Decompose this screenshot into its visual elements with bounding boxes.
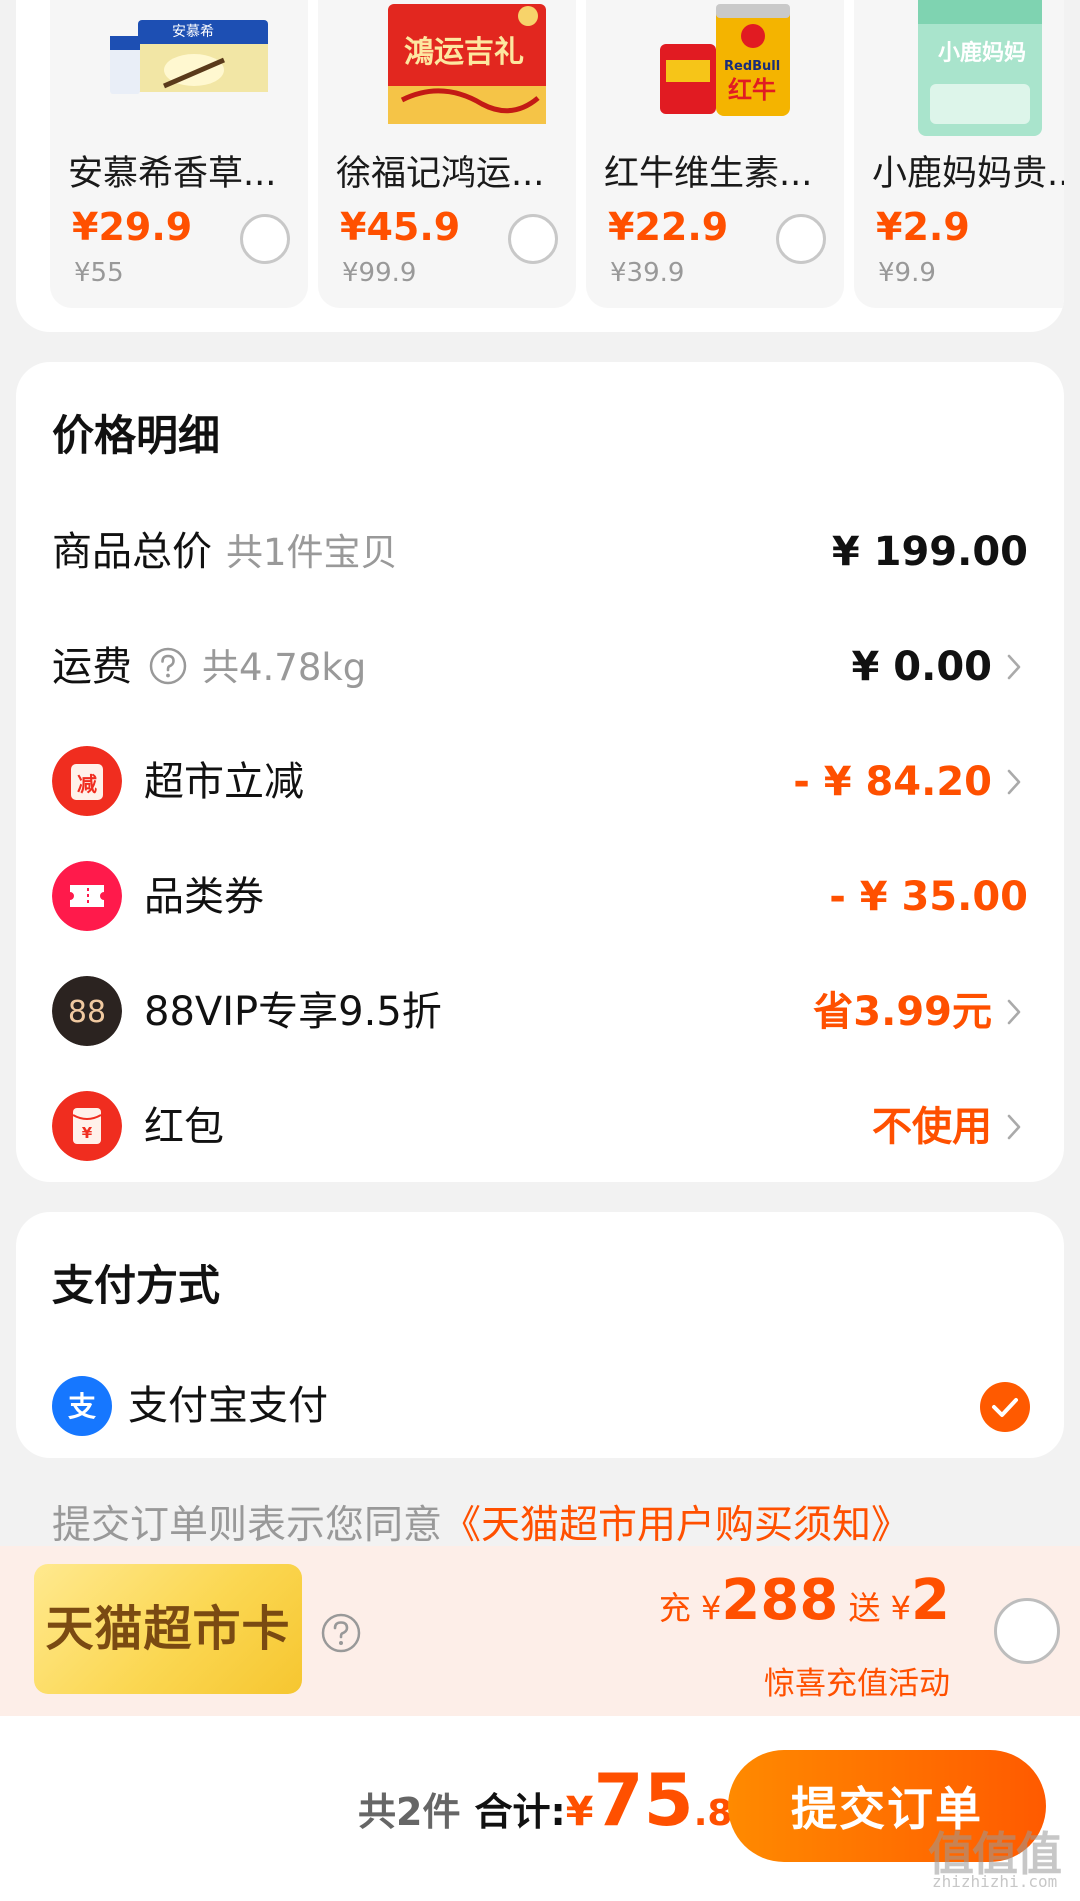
- reco-name: 徐福记鸿运...: [336, 154, 545, 194]
- row-label: 商品总价: [52, 529, 212, 575]
- offer-prefix: 充 ¥: [658, 1589, 722, 1627]
- reco-name: 红牛维生素...: [604, 154, 813, 194]
- row-goods-total: 商品总价 共1件宝贝 ¥ 199.00: [16, 512, 1064, 592]
- row-category-coupon: 品类券 - ¥ 35.00: [16, 857, 1064, 937]
- reco-name: 安慕希香草...: [68, 154, 277, 194]
- watermark-url: zhizhizhi.com: [932, 1872, 1058, 1891]
- row-supermarket-discount[interactable]: 减 超市立减 - ¥ 84.20: [16, 742, 1064, 822]
- row-value: - ¥ 35.00: [829, 874, 1028, 920]
- row-label: 运费: [52, 644, 132, 690]
- agreement-prefix: 提交订单则表示您同意: [52, 1503, 443, 1548]
- checked-icon[interactable]: [980, 1382, 1030, 1432]
- payment-method-label[interactable]: 支付宝支付: [128, 1378, 328, 1434]
- total-integer: 75: [593, 1758, 694, 1842]
- vip-icon-text: 88: [68, 995, 106, 1030]
- card-select-checkbox[interactable]: [994, 1598, 1060, 1664]
- reco-card[interactable]: 安慕希 安慕希香草... ¥29.9 ¥55: [50, 0, 308, 308]
- row-sub: 共1件宝贝: [226, 531, 398, 574]
- supermarket-card-badge[interactable]: 天猫超市卡: [34, 1564, 302, 1694]
- row-value: ¥ 0.00: [851, 644, 992, 690]
- floss-box-icon: 小鹿妈妈: [918, 0, 1042, 136]
- row-value: - ¥ 84.20: [793, 759, 992, 805]
- svg-text:红牛: 红牛: [728, 76, 776, 104]
- coupon-icon: [52, 861, 122, 931]
- reco-original-price: ¥39.9: [610, 258, 685, 288]
- gift-box-icon: 鴻运吉礼: [388, 4, 546, 124]
- reco-price: ¥29.9: [72, 205, 193, 249]
- discount-tag-icon: 减: [52, 746, 122, 816]
- price-detail-panel: 价格明细 商品总价 共1件宝贝 ¥ 199.00 运费 共4.78kg ¥ 0.00…: [16, 362, 1064, 1182]
- reco-original-price: ¥9.9: [878, 258, 936, 288]
- alipay-icon-text: 支: [68, 1390, 96, 1423]
- svg-text:鴻运吉礼: 鴻运吉礼: [404, 35, 524, 70]
- row-value: 不使用: [872, 1104, 992, 1150]
- reco-card[interactable]: RedBull 红牛 红牛维生素... ¥22.9 ¥39.9: [586, 0, 844, 308]
- payment-title: 支付方式: [52, 1261, 221, 1310]
- svg-text:RedBull: RedBull: [724, 59, 780, 74]
- payment-panel: 支付方式 支 支付宝支付: [16, 1212, 1064, 1458]
- svg-text:安慕希: 安慕希: [172, 24, 214, 40]
- reco-select-checkbox[interactable]: [508, 214, 558, 264]
- recommendation-strip: 安慕希 安慕希香草... ¥29.9 ¥55 鴻运吉礼 徐福记鸿运... ¥45…: [16, 0, 1064, 332]
- price-detail-title: 价格明细: [52, 411, 221, 460]
- reco-price: ¥22.9: [608, 205, 729, 249]
- reco-card[interactable]: 小鹿妈妈 小鹿妈妈贵... ¥2.9 ¥9.9: [854, 0, 1064, 308]
- chevron-right-icon: [1007, 769, 1021, 795]
- supermarket-card-bar: 天猫超市卡 充 ¥288 送 ¥2 惊喜充值活动: [0, 1546, 1080, 1716]
- row-88vip[interactable]: 88 88VIP专享9.5折 省3.99元: [16, 972, 1064, 1052]
- item-count: 共2件: [358, 1790, 461, 1834]
- row-value: ¥ 199.00: [831, 529, 1028, 575]
- row-sub: 共4.78kg: [202, 646, 367, 689]
- red-packet-icon-text: ¥: [82, 1124, 93, 1142]
- help-icon[interactable]: [148, 646, 188, 686]
- reco-original-price: ¥99.9: [342, 258, 417, 288]
- total-currency: ¥: [565, 1789, 594, 1835]
- reco-select-checkbox[interactable]: [240, 214, 290, 264]
- offer-mid: 送 ¥: [838, 1589, 912, 1627]
- row-label: 超市立减: [144, 759, 304, 805]
- vip-88-icon: 88: [52, 976, 122, 1046]
- chevron-right-icon: [1007, 654, 1021, 680]
- offer-bonus: 2: [911, 1568, 950, 1633]
- energy-drink-icon: RedBull 红牛: [660, 4, 790, 116]
- red-packet-icon: ¥: [52, 1091, 122, 1161]
- offer-amount: 288: [721, 1568, 839, 1633]
- yogurt-box-icon: 安慕希: [110, 20, 268, 94]
- chevron-right-icon: [1007, 999, 1021, 1025]
- reco-price: ¥2.9: [876, 205, 970, 249]
- help-icon[interactable]: [320, 1612, 362, 1654]
- reco-price: ¥45.9: [340, 205, 461, 249]
- row-label: 88VIP专享9.5折: [144, 989, 442, 1035]
- agreement-link[interactable]: 《天猫超市用户购买须知》: [442, 1503, 910, 1548]
- watermark: 值值值 zhizhizhi.com: [928, 1818, 1074, 1898]
- row-shipping[interactable]: 运费 共4.78kg ¥ 0.00: [16, 627, 1064, 707]
- bottom-submit-bar: 共2件 合计:¥75.81 提交订单: [0, 1716, 1080, 1901]
- reco-name: 小鹿妈妈贵...: [872, 154, 1064, 194]
- reco-select-checkbox[interactable]: [776, 214, 826, 264]
- row-red-packet[interactable]: ¥ 红包 不使用: [16, 1087, 1064, 1167]
- recharge-offer: 充 ¥288 送 ¥2: [659, 1568, 950, 1633]
- row-label: 品类券: [144, 874, 264, 920]
- svg-text:小鹿妈妈: 小鹿妈妈: [938, 40, 1026, 66]
- offer-subtitle: 惊喜充值活动: [764, 1666, 950, 1702]
- reco-card[interactable]: 鴻运吉礼 徐福记鸿运... ¥45.9 ¥99.9: [318, 0, 576, 308]
- total-label: 合计:: [474, 1790, 566, 1834]
- order-total: 共2件 合计:¥75.81: [358, 1758, 757, 1842]
- row-label: 红包: [144, 1104, 224, 1150]
- card-badge-text: 天猫超市卡: [45, 1601, 291, 1657]
- chevron-right-icon: [1007, 1114, 1021, 1140]
- discount-icon-text: 减: [77, 772, 97, 796]
- alipay-icon: 支: [52, 1376, 112, 1436]
- reco-original-price: ¥55: [74, 258, 124, 288]
- row-value: 省3.99元: [813, 989, 992, 1035]
